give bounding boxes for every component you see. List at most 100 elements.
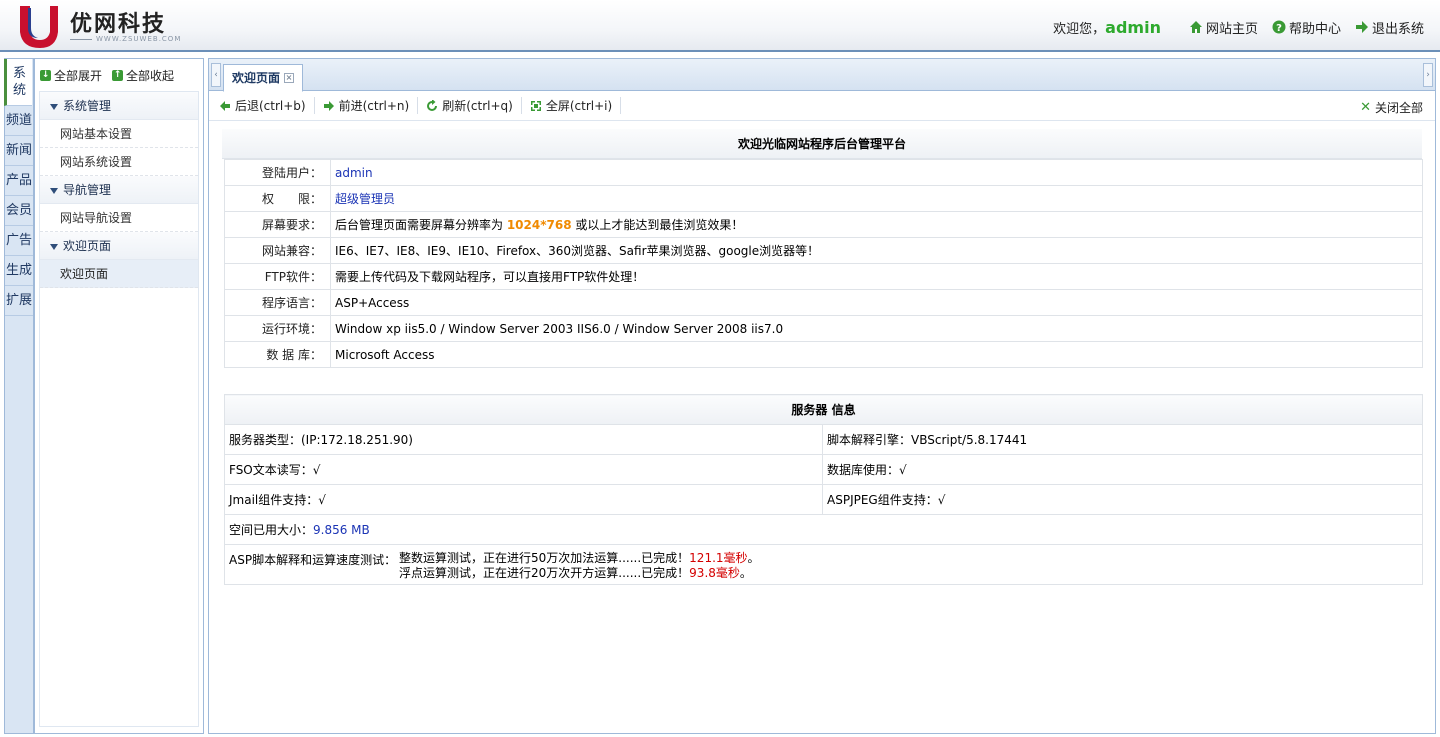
table-row: FTP软件： 需要上传代码及下载网站程序，可以直接用FTP软件处理！ — [224, 263, 1423, 290]
row-key: 运行环境： — [224, 315, 331, 342]
vtab-news[interactable]: 新闻 — [5, 136, 33, 166]
caret-down-icon — [50, 187, 58, 194]
logo[interactable]: 优网科技 WWW.ZSUWEB.COM — [14, 2, 184, 50]
fullscreen-button[interactable]: 全屏(ctrl+i) — [530, 97, 622, 114]
check-mark: √ — [312, 463, 321, 477]
menu-item-welcome-page[interactable]: 欢迎页面 — [40, 260, 198, 288]
refresh-icon — [427, 99, 438, 111]
row-value: 超级管理员 — [330, 185, 1423, 212]
menu-group-nav[interactable]: 导航管理 — [40, 176, 198, 204]
menu-item-site-basic[interactable]: 网站基本设置 — [40, 120, 198, 148]
table-row: 数 据 库： Microsoft Access — [224, 341, 1423, 368]
table-row: Jmail组件支持：√ ASPJPEG组件支持：√ — [224, 484, 1423, 515]
fullscreen-icon — [530, 100, 541, 111]
db-support: 数据库使用：√ — [822, 454, 1423, 485]
server-type: 服务器类型：(IP:172.18.251.90) — [224, 424, 823, 455]
expand-all-button[interactable]: ↓ 全部展开 — [40, 67, 102, 84]
fso-support: FSO文本读写：√ — [224, 454, 823, 485]
help-link[interactable]: ? 帮助中心 — [1272, 18, 1341, 37]
check-mark: √ — [937, 493, 946, 507]
table-row: 权 限： 超级管理员 — [224, 185, 1423, 212]
speed-test-label: ASP脚本解释和运算速度测试： — [229, 553, 397, 567]
row-key: 程序语言： — [224, 289, 331, 316]
jmail-support: Jmail组件支持：√ — [224, 484, 823, 515]
table-row: FSO文本读写：√ 数据库使用：√ — [224, 454, 1423, 485]
vtab-generate[interactable]: 生成 — [5, 256, 33, 286]
menu-group-system[interactable]: 系统管理 — [40, 92, 198, 120]
row-value: admin — [330, 159, 1423, 186]
table-row: 网站兼容： IE6、IE7、IE8、IE9、IE10、Firefox、360浏览… — [224, 237, 1423, 264]
table-row: 屏幕要求： 后台管理页面需要屏幕分辨率为 1024*768 或以上才能达到最佳浏… — [224, 211, 1423, 238]
row-key: FTP软件： — [224, 263, 331, 290]
help-link-label: 帮助中心 — [1288, 21, 1341, 37]
row-key: 权 限： — [224, 185, 331, 212]
nav-toolbar: 后退(ctrl+b) 前进(ctrl+n) 刷新(ctrl+q) 全屏(ctrl… — [209, 91, 1435, 121]
close-icon: ✕ — [1360, 100, 1371, 115]
menu-tree: 系统管理 网站基本设置 网站系统设置 导航管理 网站导航设置 欢迎页面 欢迎页面 — [39, 91, 199, 727]
tab-welcome[interactable]: 欢迎页面 × — [223, 64, 304, 92]
home-link[interactable]: 网站主页 — [1189, 18, 1258, 37]
menu-group-welcome[interactable]: 欢迎页面 — [40, 232, 198, 260]
tab-close-icon[interactable]: × — [284, 73, 295, 83]
check-mark: √ — [899, 463, 907, 477]
svg-text:?: ? — [1276, 23, 1282, 34]
vtab-system[interactable]: 系统 — [4, 59, 32, 106]
row-value: Window xp iis5.0 / Window Server 2003 II… — [330, 315, 1423, 342]
collapse-all-button[interactable]: ↑ 全部收起 — [112, 67, 174, 84]
float-speed-value: 93.8毫秒 — [689, 566, 740, 580]
logo-text: 优网科技 — [70, 12, 167, 37]
welcome-title: 欢迎光临网站程序后台管理平台 — [222, 129, 1422, 159]
back-arrow-icon — [220, 100, 230, 111]
space-used: 空间已用大小：9.856 MB — [224, 514, 1423, 545]
menu-item-site-system[interactable]: 网站系统设置 — [40, 148, 198, 176]
resolution-highlight: 1024*768 — [506, 218, 572, 232]
logout-icon — [1355, 21, 1368, 33]
sidebar-menu: ↓ 全部展开 ↑ 全部收起 系统管理 网站基本设置 网站系统设置 导航管理 网站… — [34, 58, 204, 734]
tab-scroll-right[interactable]: › — [1423, 63, 1433, 87]
forward-arrow-icon — [323, 100, 334, 111]
script-engine: 脚本解释引擎：VBScript/5.8.17441 — [822, 424, 1423, 455]
row-value: Microsoft Access — [330, 341, 1423, 368]
table-row: 登陆用户： admin — [224, 159, 1423, 186]
forward-button[interactable]: 前进(ctrl+n) — [323, 97, 419, 114]
check-mark: √ — [318, 493, 326, 507]
close-all-button[interactable]: ✕ 关闭全部 — [1360, 99, 1423, 116]
server-info-title: 服务器 信息 — [224, 394, 1423, 425]
home-icon — [1189, 21, 1202, 33]
home-link-label: 网站主页 — [1205, 21, 1258, 37]
tab-scroll-left[interactable]: ‹ — [211, 63, 221, 87]
app-header: 优网科技 WWW.ZSUWEB.COM 欢迎您， admin 网站主页 ? 帮助… — [0, 0, 1440, 52]
help-icon: ? — [1272, 20, 1286, 34]
vtab-ads[interactable]: 广告 — [5, 226, 33, 256]
caret-down-icon — [50, 243, 58, 250]
logo-u-icon — [20, 6, 58, 48]
row-value: ASP+Access — [330, 289, 1423, 316]
table-row: 空间已用大小：9.856 MB — [224, 514, 1423, 545]
row-value: 后台管理页面需要屏幕分辨率为 1024*768 或以上才能达到最佳浏览效果！ — [330, 211, 1423, 238]
vtab-extend[interactable]: 扩展 — [5, 286, 33, 316]
table-row: 运行环境： Window xp iis5.0 / Window Server 2… — [224, 315, 1423, 342]
menu-item-nav-settings[interactable]: 网站导航设置 — [40, 204, 198, 232]
vtab-member[interactable]: 会员 — [5, 196, 33, 226]
tab-bar: ‹ 欢迎页面 × › — [209, 59, 1435, 92]
menu-actions: ↓ 全部展开 ↑ 全部收起 — [35, 59, 203, 91]
server-info-table: 服务器 信息 服务器类型：(IP:172.18.251.90) 脚本解释引擎：V… — [224, 394, 1423, 585]
row-key: 网站兼容： — [224, 237, 331, 264]
row-key: 屏幕要求： — [224, 211, 331, 238]
welcome-content: 欢迎光临网站程序后台管理平台 登陆用户： admin 权 限： 超级管理员 屏幕… — [209, 121, 1435, 585]
space-used-value: 9.856 MB — [313, 523, 370, 537]
back-button[interactable]: 后退(ctrl+b) — [219, 97, 315, 114]
int-speed-value: 121.1毫秒 — [689, 551, 748, 565]
logout-link[interactable]: 退出系统 — [1355, 18, 1424, 37]
float-speed-line: 浮点运算测试，正在进行20万次开方运算......已完成！93.8毫秒。 — [399, 566, 752, 580]
collapse-icon: ↑ — [112, 69, 124, 81]
table-row: 服务器类型：(IP:172.18.251.90) 脚本解释引擎：VBScript… — [224, 424, 1423, 455]
vtab-channel[interactable]: 频道 — [5, 106, 33, 136]
table-row: ASP脚本解释和运算速度测试： 整数运算测试，正在进行50万次加法运算.....… — [224, 544, 1423, 585]
speed-test: ASP脚本解释和运算速度测试： 整数运算测试，正在进行50万次加法运算.....… — [224, 544, 1423, 585]
caret-down-icon — [50, 103, 58, 110]
table-row: 服务器 信息 — [224, 394, 1423, 425]
main-panel: ‹ 欢迎页面 × › 后退(ctrl+b) 前进(ctrl+n) 刷新(ctrl… — [208, 58, 1436, 734]
refresh-button[interactable]: 刷新(ctrl+q) — [426, 97, 522, 114]
vtab-product[interactable]: 产品 — [5, 166, 33, 196]
